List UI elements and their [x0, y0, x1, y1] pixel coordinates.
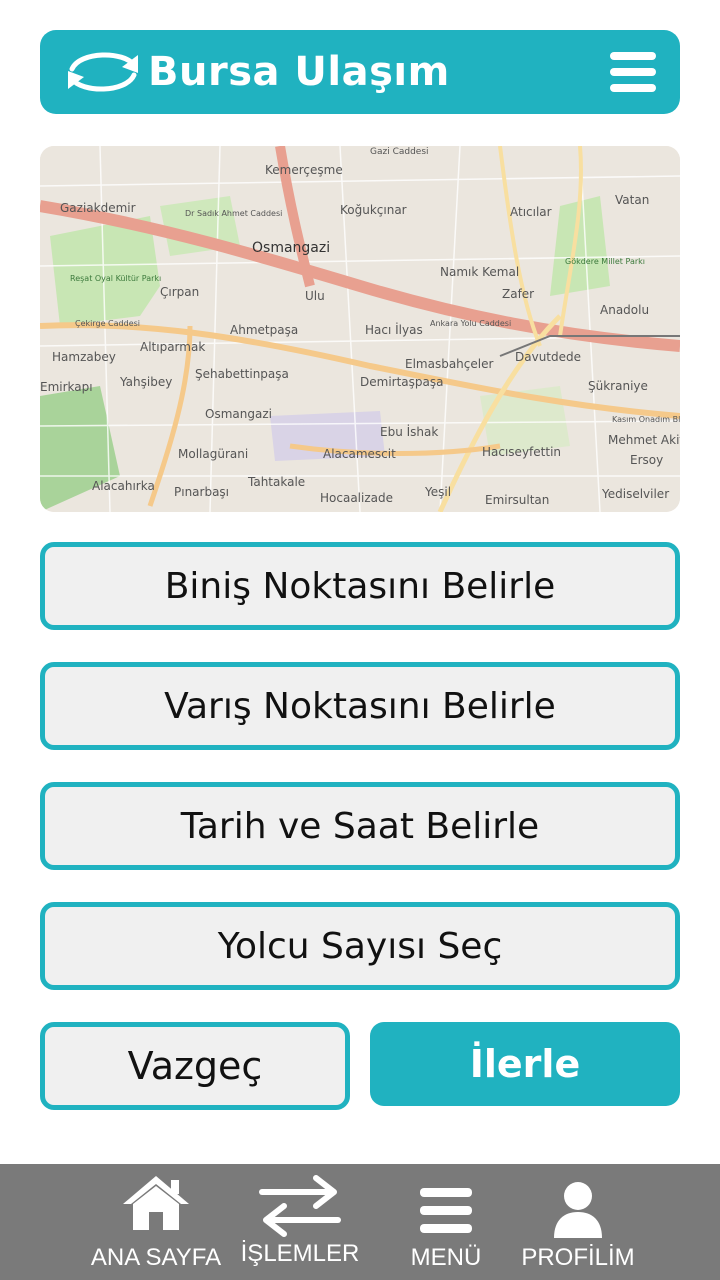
- menu-icon: [420, 1188, 472, 1233]
- nav-transactions[interactable]: İŞLEMLER: [240, 1164, 360, 1280]
- home-icon: [123, 1176, 189, 1230]
- map-label: Gaziakdemir: [60, 201, 136, 215]
- map-label: Kemerçeşme: [265, 163, 343, 177]
- map-label: Tahtakale: [247, 475, 305, 489]
- map-label: Namık Kemal: [440, 265, 519, 279]
- map-label: Ulu: [305, 289, 325, 303]
- user-icon: [554, 1182, 602, 1238]
- map-label: Yediselviler: [601, 487, 669, 501]
- map-label: Ersoy: [630, 453, 663, 467]
- map-label: Koğukçınar: [340, 203, 407, 217]
- passenger-count-button[interactable]: Yolcu Sayısı Seç: [40, 902, 680, 990]
- map-label: Dr Sadık Ahmet Caddesi: [185, 209, 282, 218]
- map-label: Hacıseyfettin: [482, 445, 561, 459]
- nav-menu[interactable]: MENÜ: [396, 1164, 496, 1280]
- hamburger-icon[interactable]: [610, 52, 656, 92]
- map-label: Mehmet Akif: [608, 433, 680, 447]
- app-header: Bursa Ulaşım: [40, 30, 680, 114]
- map-label: Hacı İlyas: [365, 322, 423, 337]
- map-label: Gazi Caddesi: [370, 147, 429, 157]
- map-label: Atıcılar: [510, 205, 552, 219]
- nav-profile[interactable]: PROFİLİM: [518, 1164, 638, 1280]
- nav-profile-label: PROFİLİM: [521, 1244, 635, 1271]
- nav-menu-label: MENÜ: [410, 1244, 482, 1271]
- map-label: Osmangazi: [252, 240, 330, 256]
- map-label: Davutdede: [515, 350, 581, 364]
- date-time-button[interactable]: Tarih ve Saat Belirle: [40, 782, 680, 870]
- map-canvas: Gazi Caddesi Kemerçeşme Gaziakdemir Dr S…: [40, 146, 680, 512]
- app-title: Bursa Ulaşım: [148, 49, 450, 95]
- map-label: Kasım Onadım Bl.: [612, 415, 680, 424]
- map-label: Ahmetpaşa: [230, 323, 298, 337]
- map-label: Emirsultan: [485, 493, 549, 507]
- map-view[interactable]: Gazi Caddesi Kemerçeşme Gaziakdemir Dr S…: [40, 146, 680, 512]
- cancel-button[interactable]: Vazgeç: [40, 1022, 350, 1110]
- nav-transactions-label: İŞLEMLER: [240, 1240, 360, 1267]
- map-label: Reşat Oyal Kültür Parkı: [70, 274, 161, 283]
- next-button[interactable]: İlerle: [370, 1022, 680, 1106]
- map-label: Pınarbaşı: [174, 485, 229, 499]
- map-label: Altıparmak: [140, 340, 205, 354]
- map-label: Şükraniye: [588, 379, 648, 393]
- map-label: Alacamescit: [323, 447, 396, 461]
- map-label: Ebu İshak: [380, 424, 438, 439]
- map-label: Yeşil: [424, 485, 451, 499]
- map-label: Vatan: [615, 193, 649, 207]
- map-label: Şehabettinpaşa: [195, 367, 289, 381]
- map-label: Ankara Yolu Caddesi: [430, 319, 511, 328]
- map-label: Emirkapı: [40, 380, 93, 394]
- map-label: Hocaalizade: [320, 491, 393, 505]
- map-label: Zafer: [502, 287, 534, 301]
- map-label: Çekirge Caddesi: [75, 319, 140, 328]
- map-label: Çırpan: [160, 285, 199, 299]
- map-label: Gökdere Millet Parkı: [565, 257, 645, 266]
- nav-home[interactable]: ANA SAYFA: [86, 1164, 226, 1280]
- map-label: Hamzabey: [52, 350, 116, 364]
- swap-arrows-icon: [259, 1175, 341, 1237]
- bottom-navigation: ANA SAYFA İŞLEMLER MENÜ PROFİLİM: [0, 1164, 720, 1280]
- map-label: Alacahırka: [92, 479, 155, 493]
- map-label: Elmasbahçeler: [405, 357, 493, 371]
- map-label: Anadolu: [600, 303, 649, 317]
- nav-home-label: ANA SAYFA: [90, 1244, 222, 1271]
- map-label: Mollagürani: [178, 447, 248, 461]
- pickup-point-button[interactable]: Biniş Noktasını Belirle: [40, 542, 680, 630]
- destination-point-button[interactable]: Varış Noktasını Belirle: [40, 662, 680, 750]
- map-label: Osmangazi: [205, 407, 272, 421]
- map-label: Demirtaşpaşa: [360, 375, 443, 389]
- refresh-arrows-icon: [68, 52, 138, 92]
- map-label: Yahşibey: [119, 375, 172, 389]
